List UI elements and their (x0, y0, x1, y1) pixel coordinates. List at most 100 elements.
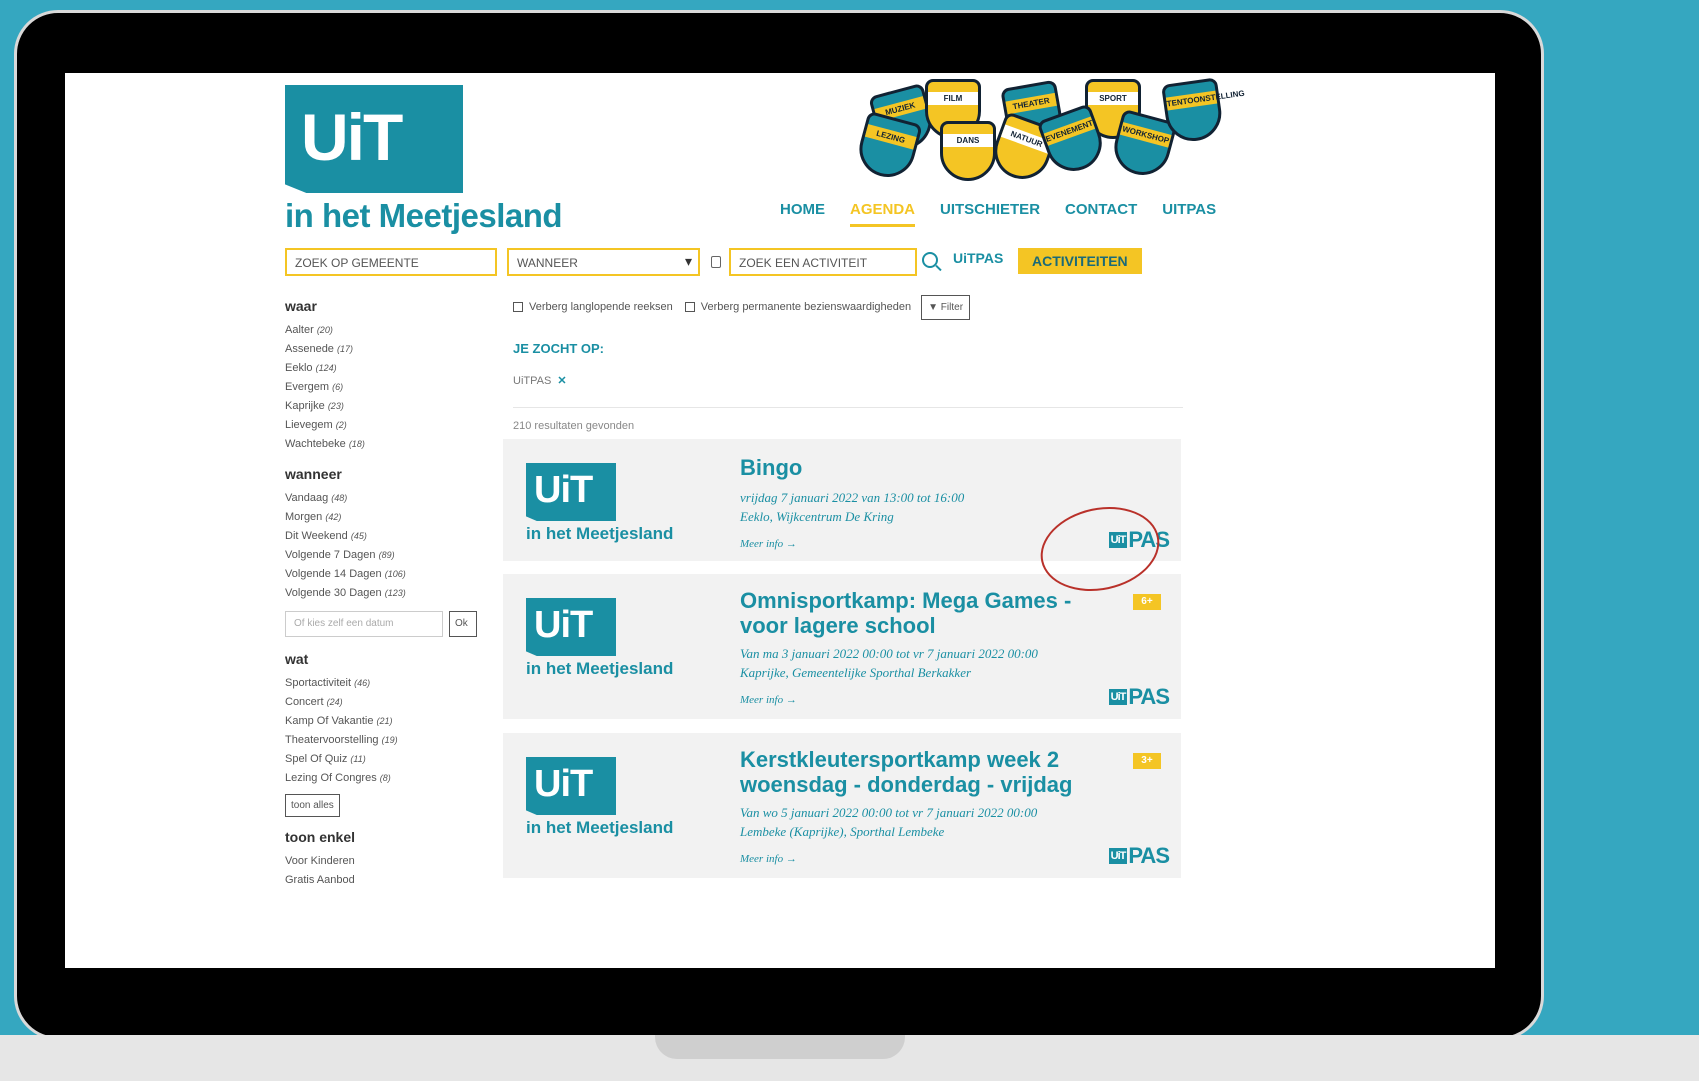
logo-text: UiT (534, 604, 593, 646)
date-checkbox[interactable] (711, 256, 721, 268)
meer-info-link[interactable]: Meer info → (740, 694, 1120, 706)
wanneer-select[interactable]: WANNEER (507, 248, 700, 276)
wat-item[interactable]: Concert (24) (285, 693, 485, 712)
wat-heading: wat (285, 651, 309, 667)
search-icon[interactable] (922, 252, 938, 268)
event-card[interactable]: UiT in het Meetjesland Kerstkleutersport… (503, 733, 1181, 878)
date-input[interactable]: Of kies zelf een datum (285, 611, 443, 637)
toon-enkel-item[interactable]: Voor Kinderen (285, 852, 485, 871)
results-count: 210 resultaten gevonden (513, 420, 635, 432)
category-badges: MUZIEK FILM THEATER SPORT LEZING DANS NA… (853, 77, 1245, 187)
card-where: Kaprijke, Gemeentelijke Sporthal Berkakk… (740, 665, 972, 680)
waar-item[interactable]: Lievegem (2) (285, 416, 485, 435)
results-area: Verberg langlopende reeksen Verberg perm… (513, 293, 1183, 432)
logo-text: PAS (1128, 843, 1170, 868)
badge-dans: DANS (940, 121, 996, 181)
logo-uit-text: UiT (301, 100, 403, 174)
waar-section: waar Aalter (20) Assenede (17) Eeklo (12… (285, 298, 485, 454)
wanneer-item[interactable]: Volgende 14 Dagen (106) (285, 565, 485, 584)
langlopend-checkbox[interactable] (513, 302, 523, 312)
site-logo[interactable]: UiT in het Meetjesland (285, 85, 563, 235)
filter-button[interactable]: ▼ Filter (921, 294, 971, 320)
tag-label: UiTPAS (513, 375, 552, 387)
meer-info-link[interactable]: Meer info → (740, 538, 964, 550)
main-nav: HOME AGENDA UITSCHIETER CONTACT UITPAS (780, 201, 1216, 227)
card-title[interactable]: Omnisportkamp: Mega Games - voor lagere … (740, 588, 1120, 638)
laptop-notch (655, 1035, 905, 1059)
logo-text: in het Meetjesland (526, 524, 674, 543)
permanent-checkbox[interactable] (684, 302, 695, 312)
age-badge: 6+ (1133, 594, 1161, 610)
wat-item[interactable]: Lezing Of Congres (8) (285, 769, 485, 788)
uitpas-mini-logo: UiTPAS (953, 250, 1004, 266)
wat-section: wat Sportactiviteit (46) Concert (24) Ka… (285, 651, 485, 829)
waar-item[interactable]: Aalter (20) (285, 321, 485, 340)
card-uit-logo: UiT in het Meetjesland (526, 598, 673, 679)
nav-uitschieter[interactable]: UITSCHIETER (940, 201, 1040, 227)
uitpas-logo: UiT PAS (1108, 843, 1170, 869)
age-badge: 3+ (1133, 753, 1161, 769)
nav-uitpas[interactable]: UITPAS (1162, 201, 1216, 227)
nav-contact[interactable]: CONTACT (1065, 201, 1137, 227)
card-title[interactable]: Kerstkleutersportkamp week 2 woensdag - … (740, 747, 1120, 797)
waar-item[interactable]: Kaprijke (23) (285, 397, 485, 416)
langlopend-label: Verberg langlopende reeksen (529, 301, 673, 313)
card-body: Omnisportkamp: Mega Games - voor lagere … (740, 588, 1120, 706)
nav-home[interactable]: HOME (780, 201, 825, 227)
wanneer-heading: wanneer (285, 466, 342, 482)
toon-enkel-heading: toon enkel (285, 829, 356, 845)
logo-text: UiT (534, 763, 593, 805)
logo-text: in het Meetjesland (526, 818, 674, 837)
wat-item[interactable]: Sportactiviteit (46) (285, 674, 485, 693)
toon-enkel-item[interactable]: Gratis Aanbod (285, 871, 485, 890)
waar-heading: waar (285, 298, 317, 314)
waar-item[interactable]: Wachtebeke (18) (285, 435, 485, 454)
logo-text: UiT (534, 469, 593, 511)
date-ok-button[interactable]: Ok (449, 611, 477, 637)
card-where: Eeklo, Wijkcentrum De Kring (740, 509, 894, 524)
active-filter-tag: UiTPAS ✕ (513, 374, 1183, 387)
remove-tag-icon[interactable]: ✕ (557, 375, 566, 387)
funnel-icon: ▼ (928, 301, 939, 313)
card-when: Van ma 3 januari 2022 00:00 tot vr 7 jan… (740, 646, 1038, 661)
uit-logo-box: UiT (285, 85, 463, 193)
wanneer-item[interactable]: Vandaag (48) (285, 489, 485, 508)
uitpas-logo: UiT PAS (1108, 684, 1170, 710)
nav-agenda[interactable]: AGENDA (850, 201, 916, 227)
wanneer-item[interactable]: Volgende 30 Dagen (123) (285, 584, 485, 603)
card-uit-logo: UiT in het Meetjesland (526, 463, 673, 544)
toon-enkel-section: toon enkel Voor Kinderen Gratis Aanbod (285, 829, 485, 890)
logo-text: UiT (1108, 848, 1128, 864)
browser-screen: UiT in het Meetjesland MUZIEK FILM THEAT… (65, 73, 1495, 968)
card-title[interactable]: Bingo (740, 455, 964, 480)
wanneer-item[interactable]: Volgende 7 Dagen (89) (285, 546, 485, 565)
wat-item[interactable]: Spel Of Quiz (11) (285, 750, 485, 769)
card-where: Lembeke (Kaprijke), Sporthal Lembeke (740, 824, 945, 839)
card-uit-logo: UiT in het Meetjesland (526, 757, 673, 838)
meer-info-link[interactable]: Meer info → (740, 853, 1120, 865)
badge-lezing: LEZING (853, 110, 923, 184)
activiteit-input[interactable]: ZOEK EEN ACTIVITEIT (729, 248, 917, 276)
activiteiten-button[interactable]: ACTIVITEITEN (1018, 248, 1142, 274)
card-body: Kerstkleutersportkamp week 2 woensdag - … (740, 747, 1120, 865)
event-card[interactable]: UiT in het Meetjesland Omnisportkamp: Me… (503, 574, 1181, 719)
gemeente-input[interactable]: ZOEK OP GEMEENTE (285, 248, 497, 276)
permanent-label: Verberg permanente bezienswaardigheden (700, 301, 912, 313)
wat-item[interactable]: Kamp Of Vakantie (21) (285, 712, 485, 731)
filter-sidebar: waar Aalter (20) Assenede (17) Eeklo (12… (285, 298, 485, 890)
wanneer-item[interactable]: Dit Weekend (45) (285, 527, 485, 546)
waar-item[interactable]: Eeklo (124) (285, 359, 485, 378)
waar-item[interactable]: Assenede (17) (285, 340, 485, 359)
wat-item[interactable]: Theatervoorstelling (19) (285, 731, 485, 750)
card-when: vrijdag 7 januari 2022 van 13:00 tot 16:… (740, 490, 965, 505)
wanneer-item[interactable]: Morgen (42) (285, 508, 485, 527)
filter-options: Verberg langlopende reeksen Verberg perm… (513, 293, 1183, 321)
wanneer-section: wanneer Vandaag (48) Morgen (42) Dit Wee… (285, 466, 485, 637)
waar-item[interactable]: Evergem (6) (285, 378, 485, 397)
divider (513, 407, 1183, 408)
logo-text: PAS (1128, 684, 1170, 709)
toon-alles-button[interactable]: toon alles (285, 794, 340, 817)
card-body: Bingo vrijdag 7 januari 2022 van 13:00 t… (740, 455, 964, 550)
logo-text: in het Meetjesland (526, 659, 674, 678)
date-picker: Of kies zelf een datum Ok (285, 611, 485, 637)
